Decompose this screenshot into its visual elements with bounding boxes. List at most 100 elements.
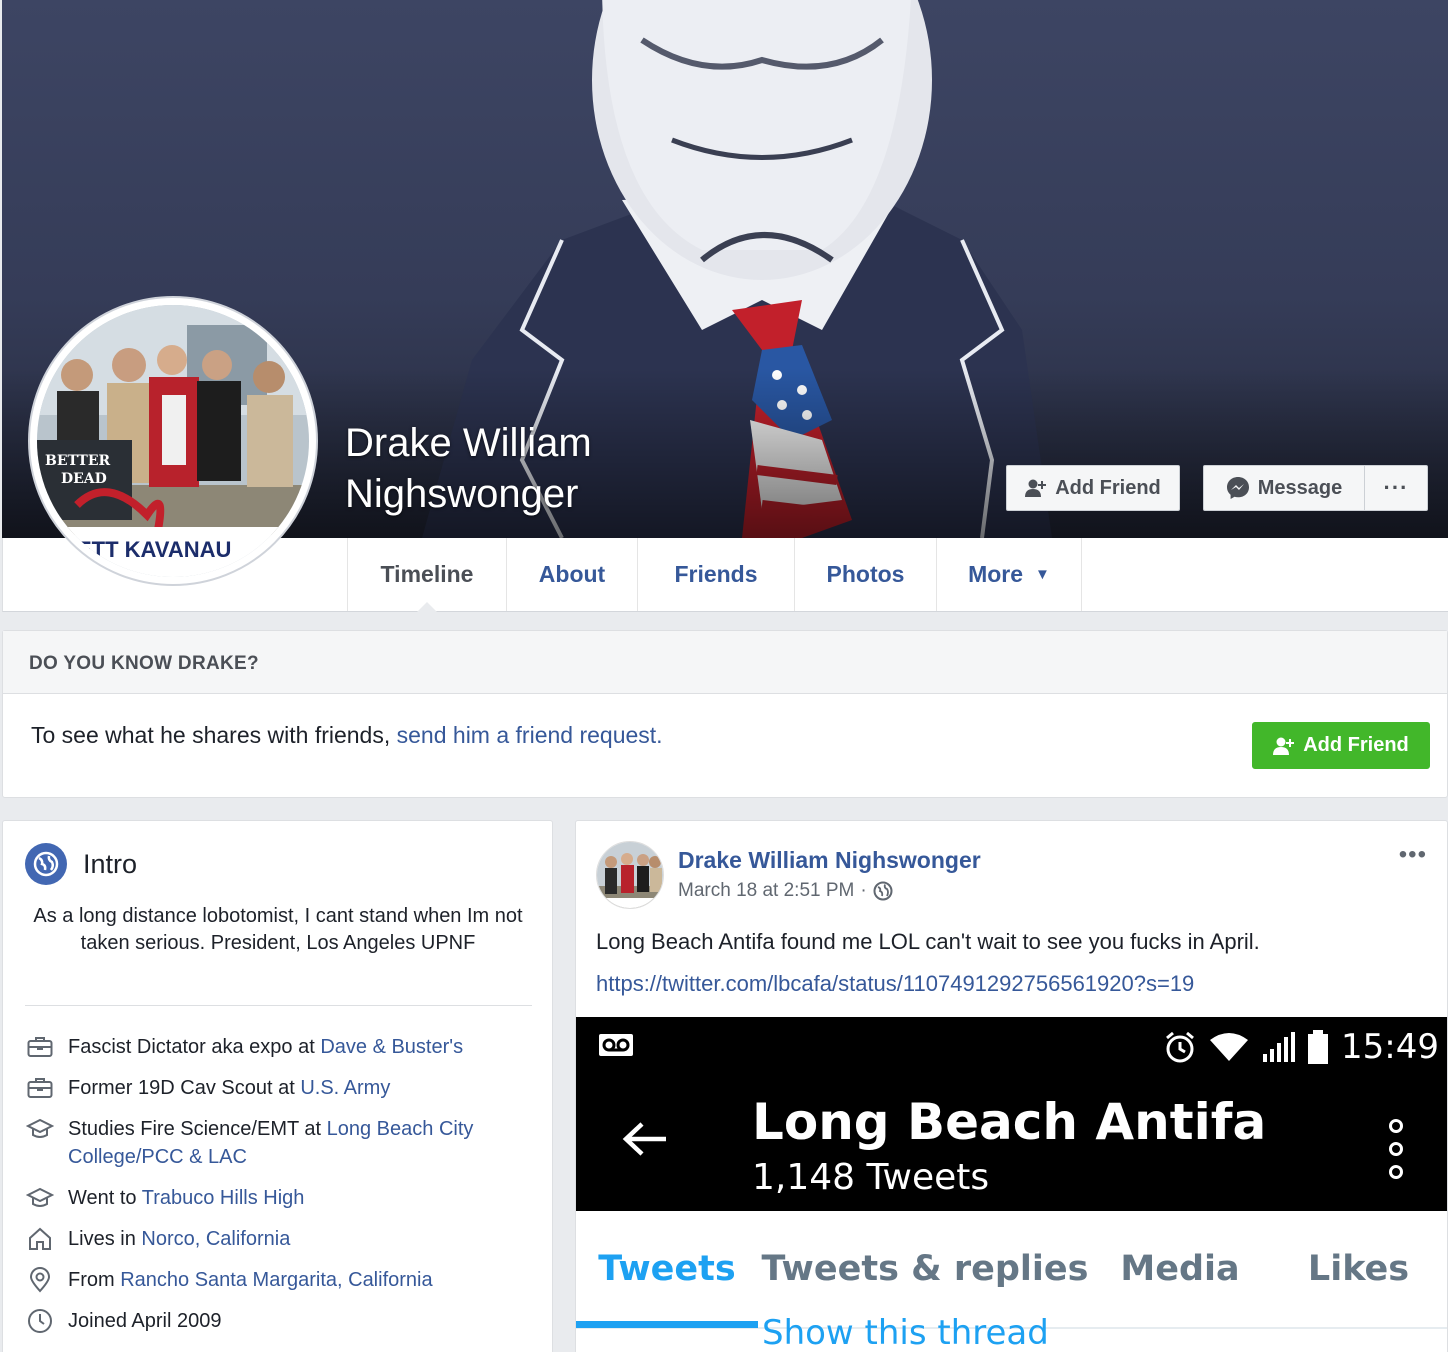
tab-photos-label: Photos (826, 561, 905, 587)
more-dots-icon: ··· (1383, 475, 1409, 500)
intro-item-link[interactable]: U.S. Army (300, 1077, 390, 1099)
post-author-avatar[interactable] (596, 841, 664, 909)
tab-about-label: About (538, 561, 606, 587)
tab-timeline-label: Timeline (380, 561, 474, 587)
intro-item-education: Went to Trabuco Hills High (25, 1184, 525, 1212)
globe-icon (25, 843, 67, 885)
intro-item-education: Studies Fire Science/EMT at Long Beach C… (25, 1115, 525, 1171)
twitter-tweet-count: 1,148 Tweets (752, 1157, 990, 1198)
twitter-tab-tweets: Tweets (598, 1249, 736, 1289)
intro-item-text: From (68, 1269, 121, 1291)
tab-friends[interactable]: Friends (637, 538, 794, 611)
twitter-tab-media: Media (1120, 1249, 1240, 1289)
add-friend-green-button[interactable]: Add Friend (1252, 722, 1430, 769)
phone-status-bar: 15:49 (576, 1017, 1447, 1073)
intro-item-link[interactable]: Rancho Santa Margarita, California (120, 1269, 432, 1291)
messenger-icon (1226, 477, 1249, 499)
tab-friends-label: Friends (674, 561, 758, 587)
intro-item-text: Studies Fire Science/EMT at (68, 1118, 327, 1140)
profile-name-line2: Nighswonger (345, 472, 579, 516)
location-pin-icon (25, 1266, 55, 1294)
add-friend-button[interactable]: Add Friend (1006, 465, 1180, 511)
pic-sign-text-2: DEAD (61, 471, 107, 487)
intro-bio: As a long distance lobotomist, I cant st… (33, 905, 523, 954)
post-timestamp[interactable]: March 18 at 2:51 PM (678, 880, 854, 902)
overflow-menu-icon (1389, 1119, 1403, 1179)
message-button[interactable]: Message (1203, 465, 1365, 511)
post-attached-screenshot[interactable]: 15:49 Long Beach Antifa 1,148 Tweets Twe… (576, 1017, 1447, 1352)
intro-item-from: From Rancho Santa Margarita, California (25, 1266, 525, 1294)
intro-item-lives: Lives in Norco, California (25, 1225, 525, 1253)
graduation-cap-icon (25, 1115, 55, 1143)
intro-divider (25, 1005, 532, 1006)
profile-picture[interactable]: BETTER DEAD ETT KAVANAU (28, 296, 318, 586)
tab-photos[interactable]: Photos (794, 538, 936, 611)
home-icon (25, 1225, 55, 1253)
know-user-heading: DO YOU KNOW DRAKE? (3, 631, 1447, 694)
profile-tabs: Timeline About Friends Photos More ▼ (347, 538, 1082, 612)
intro-item-text: Fascist Dictator aka expo at (68, 1036, 321, 1058)
post-meta: March 18 at 2:51 PM · (678, 880, 893, 902)
profile-photo-image: BETTER DEAD ETT KAVANAU (37, 305, 309, 577)
tab-timeline[interactable]: Timeline (347, 538, 506, 612)
tab-more[interactable]: More ▼ (936, 538, 1082, 611)
timeline-post: Drake William Nighswonger March 18 at 2:… (575, 820, 1448, 1352)
graduation-cap-icon (25, 1184, 55, 1212)
profile-name-line1: Drake William (345, 421, 592, 465)
know-user-prompt: To see what he shares with friends, (31, 722, 391, 748)
post-text: Long Beach Antifa found me LOL can't wai… (596, 929, 1260, 954)
twitter-tabs: Tweets Tweets & replies Media Likes (576, 1211, 1447, 1329)
public-globe-icon[interactable] (873, 881, 893, 901)
add-friend-icon (1025, 479, 1047, 497)
intro-item-joined: Joined April 2009 (25, 1307, 525, 1335)
chevron-down-icon: ▼ (1035, 566, 1050, 583)
active-tab-caret (417, 602, 437, 612)
briefcase-icon (25, 1074, 55, 1102)
pic-banner-text: ETT KAVANAU (77, 537, 231, 562)
add-friend-label: Add Friend (1055, 476, 1161, 499)
twitter-profile-header: Long Beach Antifa 1,148 Tweets (576, 1073, 1447, 1211)
post-meta-separator: · (860, 880, 867, 901)
back-arrow-icon (622, 1122, 666, 1156)
voicemail-icon (599, 1034, 633, 1056)
message-label: Message (1257, 476, 1343, 499)
intro-item-text: Former 19D Cav Scout at (68, 1077, 301, 1099)
know-user-text: To see what he shares with friends, send… (3, 694, 1447, 749)
post-options-button[interactable]: ••• (1399, 841, 1427, 869)
wifi-icon (1210, 1033, 1249, 1061)
intro-header: Intro (25, 843, 137, 885)
battery-icon (1308, 1030, 1329, 1064)
briefcase-icon (25, 1033, 55, 1061)
intro-details-list: Fascist Dictator aka expo at Dave & Bust… (25, 1033, 525, 1348)
profile-name[interactable]: Drake William Nighswonger (345, 418, 592, 520)
twitter-active-tab-underline (576, 1321, 758, 1328)
intro-item-work: Fascist Dictator aka expo at Dave & Bust… (25, 1033, 525, 1061)
intro-item-text: Went to (68, 1187, 142, 1209)
tab-more-label: More (968, 561, 1024, 587)
twitter-tab-likes: Likes (1307, 1249, 1410, 1289)
intro-title: Intro (83, 848, 138, 879)
know-user-box: DO YOU KNOW DRAKE? To see what he shares… (2, 630, 1448, 798)
phone-status-icons: 15:49 (1163, 1027, 1439, 1067)
signal-icon (1263, 1032, 1296, 1062)
tab-about[interactable]: About (506, 538, 637, 611)
intro-item-link[interactable]: Trabuco Hills High (142, 1187, 305, 1209)
intro-item-text: Lives in (68, 1228, 142, 1250)
post-url-link[interactable]: https://twitter.com/lbcafa/status/110749… (596, 971, 1194, 997)
intro-item-link[interactable]: Dave & Buster's (320, 1036, 463, 1058)
add-friend-green-label: Add Friend (1303, 734, 1409, 756)
phone-clock: 15:49 (1341, 1027, 1439, 1067)
twitter-account-name: Long Beach Antifa (752, 1093, 1267, 1151)
pic-sign-text: BETTER (45, 453, 111, 469)
post-author-name[interactable]: Drake William Nighswonger (678, 847, 981, 874)
more-options-button[interactable]: ··· (1364, 465, 1428, 511)
intro-item-text: Joined April 2009 (68, 1310, 222, 1332)
show-thread-link: Show this thread (762, 1313, 1049, 1352)
alarm-icon (1166, 1031, 1194, 1063)
intro-item-work: Former 19D Cav Scout at U.S. Army (25, 1074, 525, 1102)
intro-item-link[interactable]: Norco, California (141, 1228, 290, 1250)
add-friend-icon (1273, 737, 1295, 755)
twitter-tab-replies: Tweets & replies (761, 1249, 1089, 1289)
clock-icon (25, 1307, 55, 1335)
friend-request-link[interactable]: send him a friend request. (397, 722, 663, 748)
